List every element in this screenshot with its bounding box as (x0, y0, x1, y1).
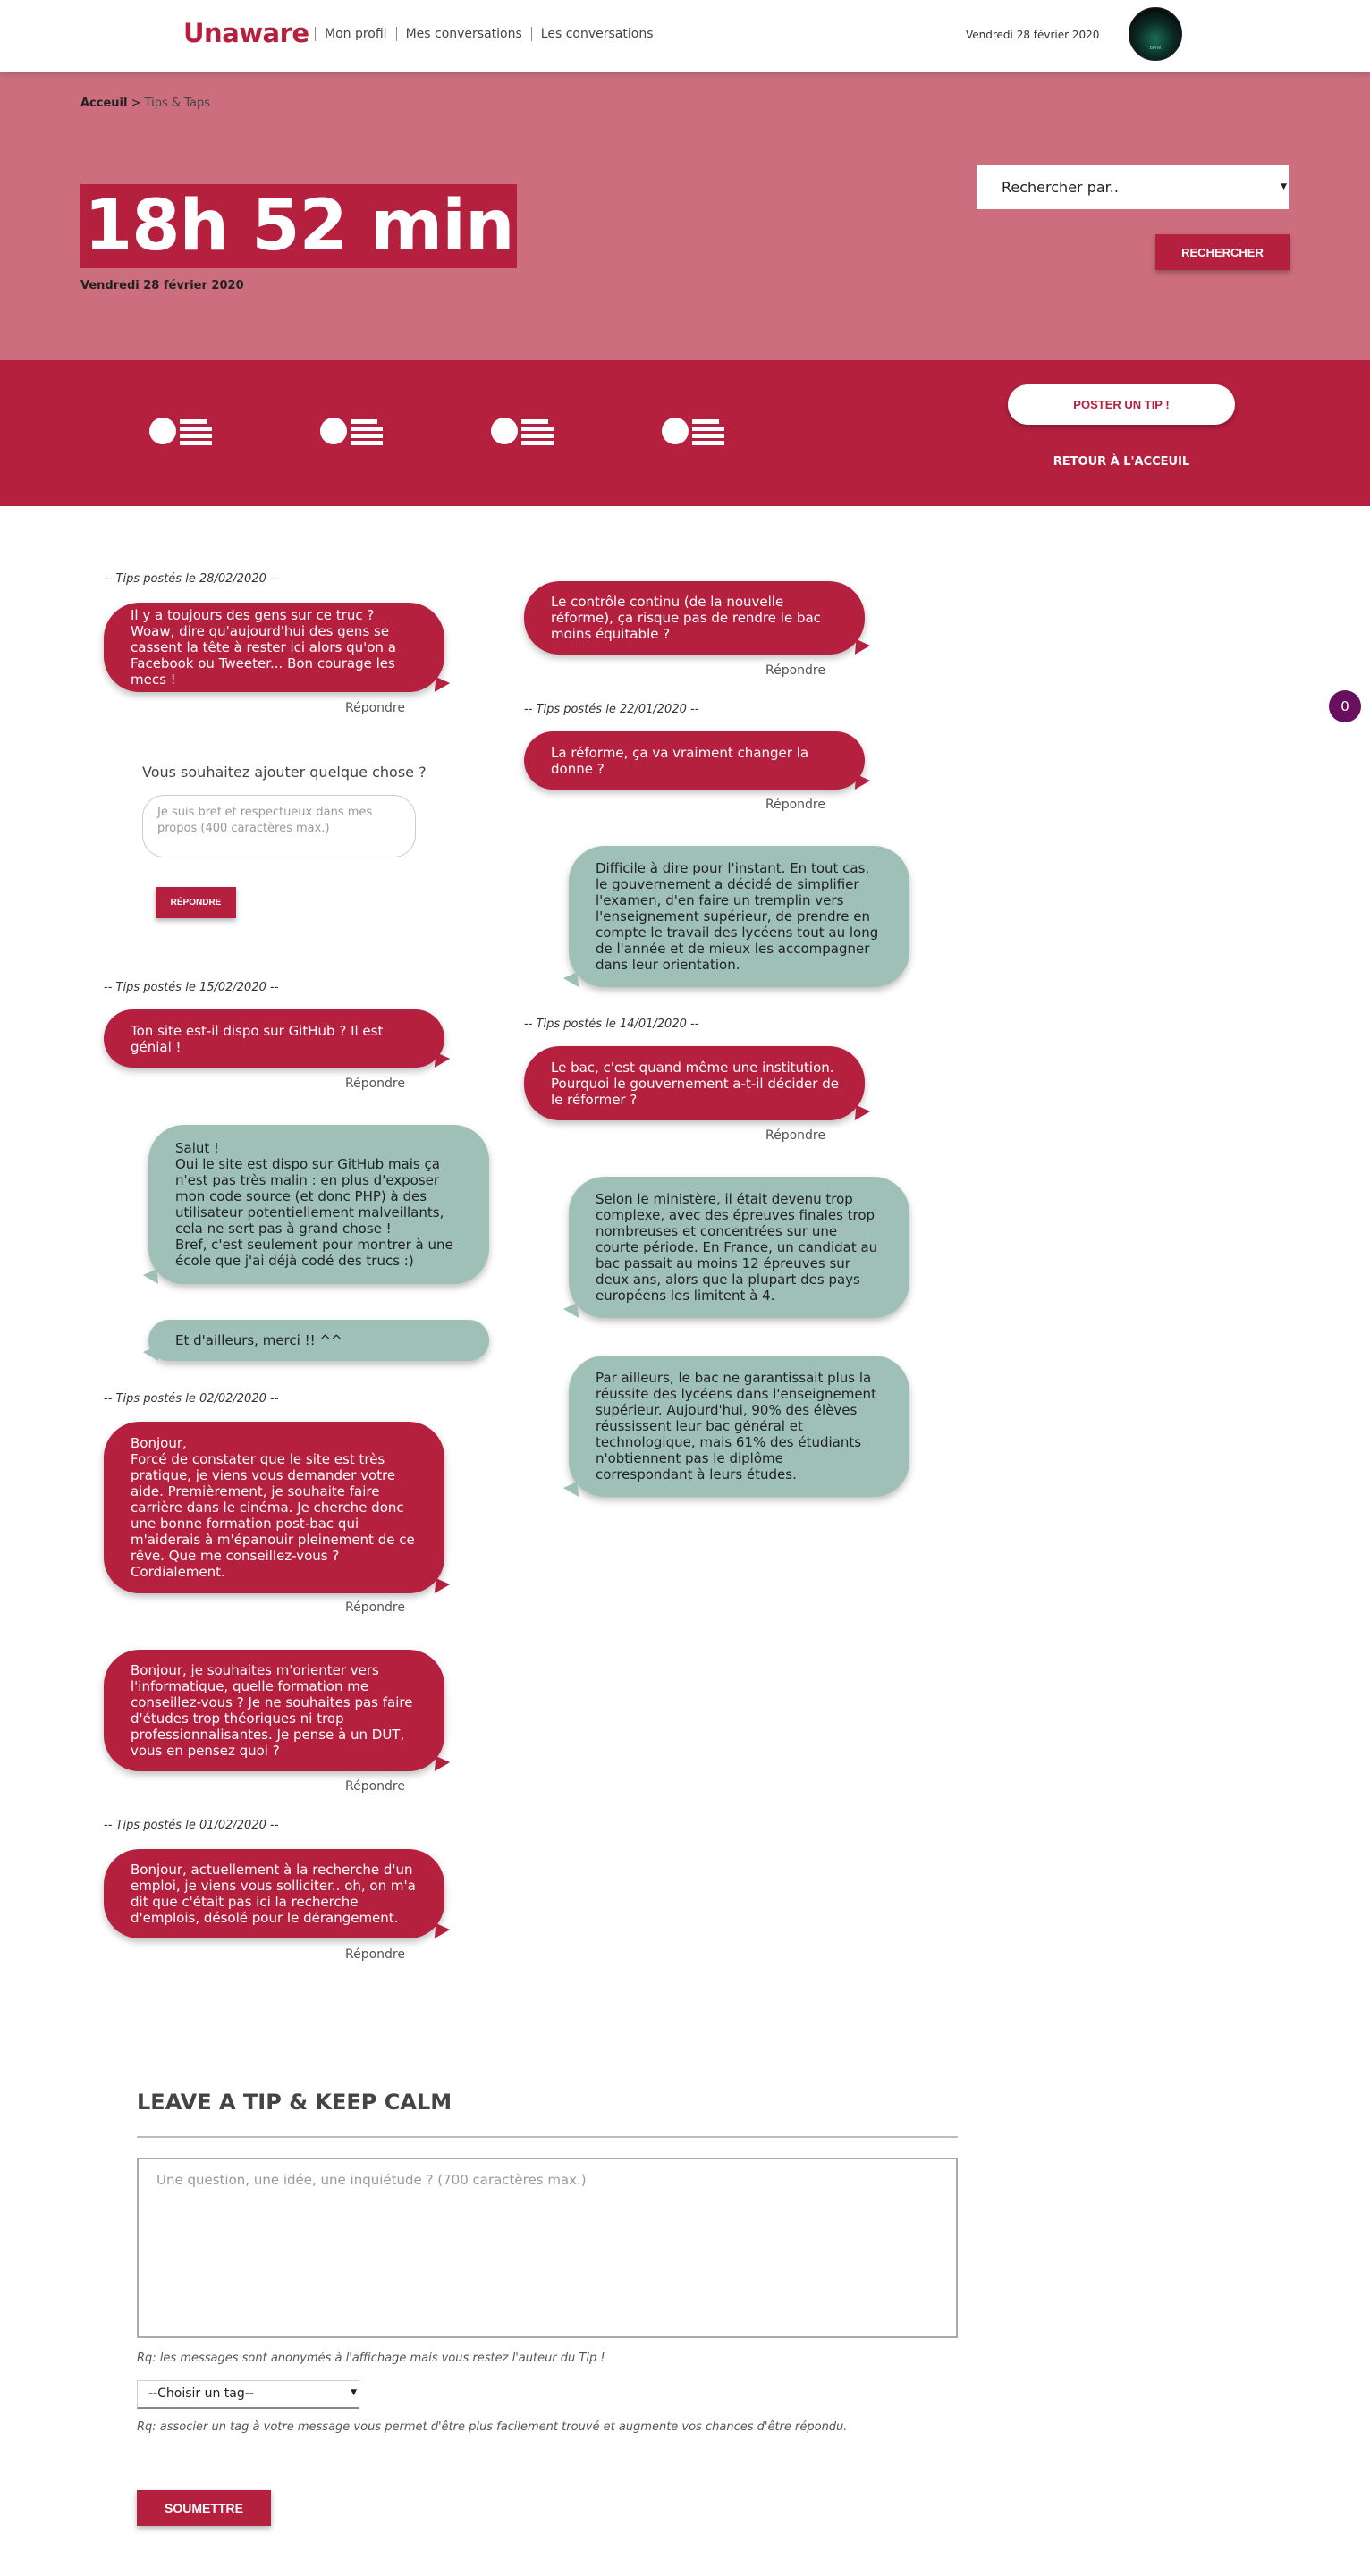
reply-link[interactable]: Répondre (345, 1779, 405, 1794)
bubble-text: Difficile à dire pour l'instant. En tout… (596, 860, 879, 973)
tip-date-header: -- Tips postés le 28/02/2020 -- (104, 572, 279, 586)
bubble-text: Bonjour, je souhaites m'orienter vers l'… (131, 1662, 413, 1759)
bubble-text: Le contrôle continu (de la nouvelle réfo… (551, 594, 821, 642)
clock: 18h 52 min (80, 184, 518, 268)
answer-bubble: Salut ! Oui le site est dispo sur GitHub… (148, 1125, 489, 1284)
chevron-down-icon: ▼ (1281, 182, 1287, 191)
bubble-text: Selon le ministère, il était devenu trop… (596, 1191, 878, 1304)
answer-bubble: Difficile à dire pour l'instant. En tout… (569, 846, 909, 987)
breadcrumb-current: Tips & Taps (144, 97, 211, 110)
list-icon[interactable] (491, 416, 554, 446)
form-title: LEAVE A TIP & KEEP CALM (137, 2090, 452, 2115)
search-select-value: Rechercher par.. (1002, 178, 1119, 196)
question-bubble: Le bac, c'est quand même une institution… (524, 1046, 865, 1120)
avatar-text: BMW (1149, 46, 1162, 51)
question-bubble: Il y a toujours des gens sur ce truc ? W… (104, 603, 444, 692)
search-select[interactable]: Rechercher par.. ▼ (977, 165, 1289, 209)
reply-link[interactable]: Répondre (345, 1077, 405, 1091)
bubble-text: Ton site est-il dispo sur GitHub ? Il es… (131, 1022, 384, 1055)
answer-bubble: Selon le ministère, il était devenu trop… (569, 1177, 909, 1318)
bubble-text: Bonjour, Forcé de constater que le site … (131, 1435, 415, 1580)
tip-date-header: -- Tips postés le 14/01/2020 -- (524, 1018, 699, 1031)
tag-select-value: --Choisir un tag-- (148, 2386, 254, 2401)
reply-link[interactable]: Répondre (765, 663, 825, 678)
post-tip-button[interactable]: POSTER UN TIP ! (1008, 384, 1235, 425)
bubble-text: Par ailleurs, le bac ne garantissait plu… (596, 1370, 876, 1482)
list-icon[interactable] (662, 416, 724, 446)
nav-link-conversations[interactable]: Les conversations (530, 27, 663, 41)
question-bubble: Le contrôle continu (de la nouvelle réfo… (524, 581, 865, 655)
reply-submit-button[interactable]: RÉPONDRE (156, 887, 236, 918)
tag-select[interactable]: --Choisir un tag-- ▼ (137, 2380, 359, 2409)
ask-label: Vous souhaitez ajouter quelque chose ? (142, 764, 427, 781)
logo[interactable]: Unaware (183, 18, 309, 48)
action-band: POSTER UN TIP ! RETOUR À L'ACCEUIL (0, 360, 1370, 506)
nav-date: Vendredi 28 février 2020 (966, 29, 1100, 41)
question-bubble: Bonjour, je souhaites m'orienter vers l'… (104, 1650, 444, 1771)
reply-link[interactable]: Répondre (765, 1128, 825, 1143)
tip-date-header: -- Tips postés le 02/02/2020 -- (104, 1392, 279, 1406)
bubble-text: La réforme, ça va vraiment changer la do… (551, 744, 809, 777)
question-bubble: La réforme, ça va vraiment changer la do… (524, 731, 865, 790)
tip-date-header: -- Tips postés le 01/02/2020 -- (104, 1819, 279, 1832)
bubble-text: Le bac, c'est quand même une institution… (551, 1059, 839, 1108)
answer-bubble: Et d'ailleurs, merci !! ^^ (148, 1320, 489, 1361)
submit-button[interactable]: SOUMETTRE (137, 2490, 271, 2526)
reply-link[interactable]: Répondre (765, 798, 825, 812)
tip-textarea[interactable]: Une question, une idée, une inquiétude ?… (137, 2158, 958, 2338)
hero: Acceuil > Tips & Taps 18h 52 min Vendred… (0, 72, 1370, 360)
reply-link[interactable]: Répondre (345, 1947, 405, 1962)
form-note-anonymous: Rq: les messages sont anonymés à l'affic… (137, 2352, 605, 2365)
list-icon[interactable] (320, 416, 383, 446)
bubble-text: Salut ! Oui le site est dispo sur GitHub… (175, 1140, 453, 1269)
tip-date-header: -- Tips postés le 15/02/2020 -- (104, 981, 279, 994)
nav-link-my-conversations[interactable]: Mes conversations (395, 27, 531, 41)
chevron-down-icon: ▼ (351, 2388, 357, 2397)
hero-date: Vendredi 28 février 2020 (80, 279, 244, 292)
question-bubble: Bonjour, actuellement à la recherche d'u… (104, 1849, 444, 1938)
reply-link[interactable]: Répondre (345, 1600, 405, 1615)
breadcrumb: Acceuil > Tips & Taps (80, 97, 210, 110)
answer-bubble: Par ailleurs, le bac ne garantissait plu… (569, 1356, 909, 1497)
notification-badge[interactable]: 0 (1329, 690, 1361, 722)
breadcrumb-home[interactable]: Acceuil (80, 97, 127, 110)
nav-links: Mon profil Mes conversations Les convers… (315, 27, 662, 41)
form-note-tag: Rq: associer un tag à votre message vous… (137, 2420, 848, 2434)
reply-link[interactable]: Répondre (345, 701, 405, 715)
reply-textarea[interactable]: Je suis bref et respectueux dans mes pro… (142, 795, 416, 857)
search-button[interactable]: RECHERCHER (1155, 234, 1290, 270)
nav-link-profile[interactable]: Mon profil (315, 27, 396, 41)
top-nav: Unaware Mon profil Mes conversations Les… (0, 0, 1370, 72)
form-divider (137, 2136, 958, 2138)
question-bubble: Bonjour, Forcé de constater que le site … (104, 1422, 444, 1593)
bubble-text: Bonjour, actuellement à la recherche d'u… (131, 1862, 416, 1926)
question-bubble: Ton site est-il dispo sur GitHub ? Il es… (104, 1009, 444, 1068)
list-icon[interactable] (149, 416, 212, 446)
avatar[interactable]: BMW (1129, 7, 1182, 61)
bubble-text: Et d'ailleurs, merci !! ^^ (175, 1332, 342, 1348)
bubble-text: Il y a toujours des gens sur ce truc ? W… (131, 607, 396, 688)
tip-date-header: -- Tips postés le 22/01/2020 -- (524, 703, 699, 716)
back-home-link[interactable]: RETOUR À L'ACCEUIL (1008, 455, 1235, 469)
breadcrumb-sep: > (127, 97, 145, 110)
